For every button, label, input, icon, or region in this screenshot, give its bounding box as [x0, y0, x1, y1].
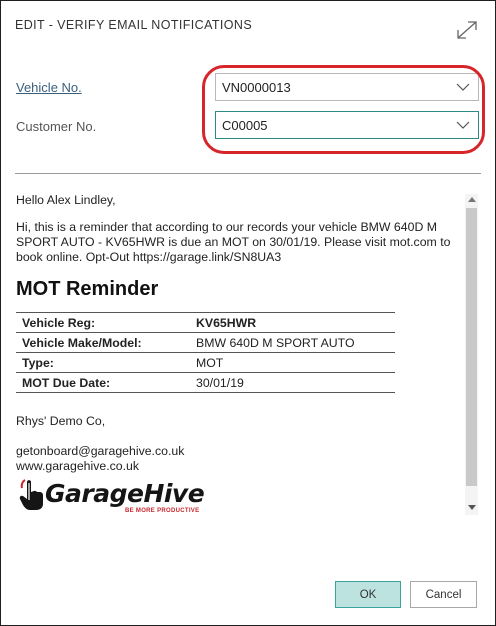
dialog-title: EDIT - VERIFY EMAIL NOTIFICATIONS: [15, 18, 253, 32]
email-signature: Rhys' Demo Co, getonboard@garagehive.co.…: [16, 414, 184, 474]
vehicle-details-table: Vehicle Reg: KV65HWR Vehicle Make/Model:…: [16, 312, 395, 393]
expand-icon[interactable]: [455, 19, 479, 41]
table-value: KV65HWR: [190, 312, 395, 333]
table-row: Type: MOT: [16, 352, 395, 373]
table-key: Vehicle Make/Model:: [16, 332, 190, 353]
email-scrollbar[interactable]: [465, 194, 478, 515]
scrollbar-thumb[interactable]: [466, 208, 477, 486]
cancel-button[interactable]: Cancel: [410, 581, 477, 608]
email-address: getonboard@garagehive.co.uk: [16, 444, 185, 458]
table-value: MOT: [190, 352, 395, 373]
email-greeting: Hello Alex Lindley,: [16, 193, 116, 207]
vehicle-no-label[interactable]: Vehicle No.: [16, 80, 82, 95]
logo-text: GarageHive: [45, 479, 205, 508]
scroll-down-icon[interactable]: [468, 505, 476, 510]
email-message: Hi, this is a reminder that according to…: [16, 220, 451, 264]
ok-button[interactable]: OK: [335, 581, 401, 608]
email-preview: Hello Alex Lindley, Hi, this is a remind…: [16, 193, 461, 265]
table-value: 30/01/19: [190, 372, 395, 393]
table-value: BMW 640D M SPORT AUTO: [190, 332, 395, 353]
table-row: Vehicle Reg: KV65HWR: [16, 312, 395, 333]
website: www.garagehive.co.uk: [16, 459, 140, 473]
mot-heading: MOT Reminder: [16, 278, 159, 300]
garagehive-logo: GarageHive BE MORE PRODUCTIVE: [19, 477, 219, 517]
table-key: MOT Due Date:: [16, 372, 190, 393]
divider: [15, 173, 481, 174]
customer-no-label: Customer No.: [16, 119, 97, 134]
table-key: Vehicle Reg:: [16, 312, 190, 333]
signoff-text: Rhys' Demo Co,: [16, 414, 106, 428]
hand-pointer-icon: [19, 479, 43, 510]
table-key: Type:: [16, 352, 190, 373]
table-row: Vehicle Make/Model: BMW 640D M SPORT AUT…: [16, 332, 395, 353]
table-row: MOT Due Date: 30/01/19: [16, 372, 395, 393]
dialog-window: EDIT - VERIFY EMAIL NOTIFICATIONS Vehicl…: [0, 0, 496, 626]
logo-tagline: BE MORE PRODUCTIVE: [125, 508, 200, 514]
highlight-annotation: [202, 65, 485, 154]
scroll-up-icon[interactable]: [468, 197, 476, 202]
